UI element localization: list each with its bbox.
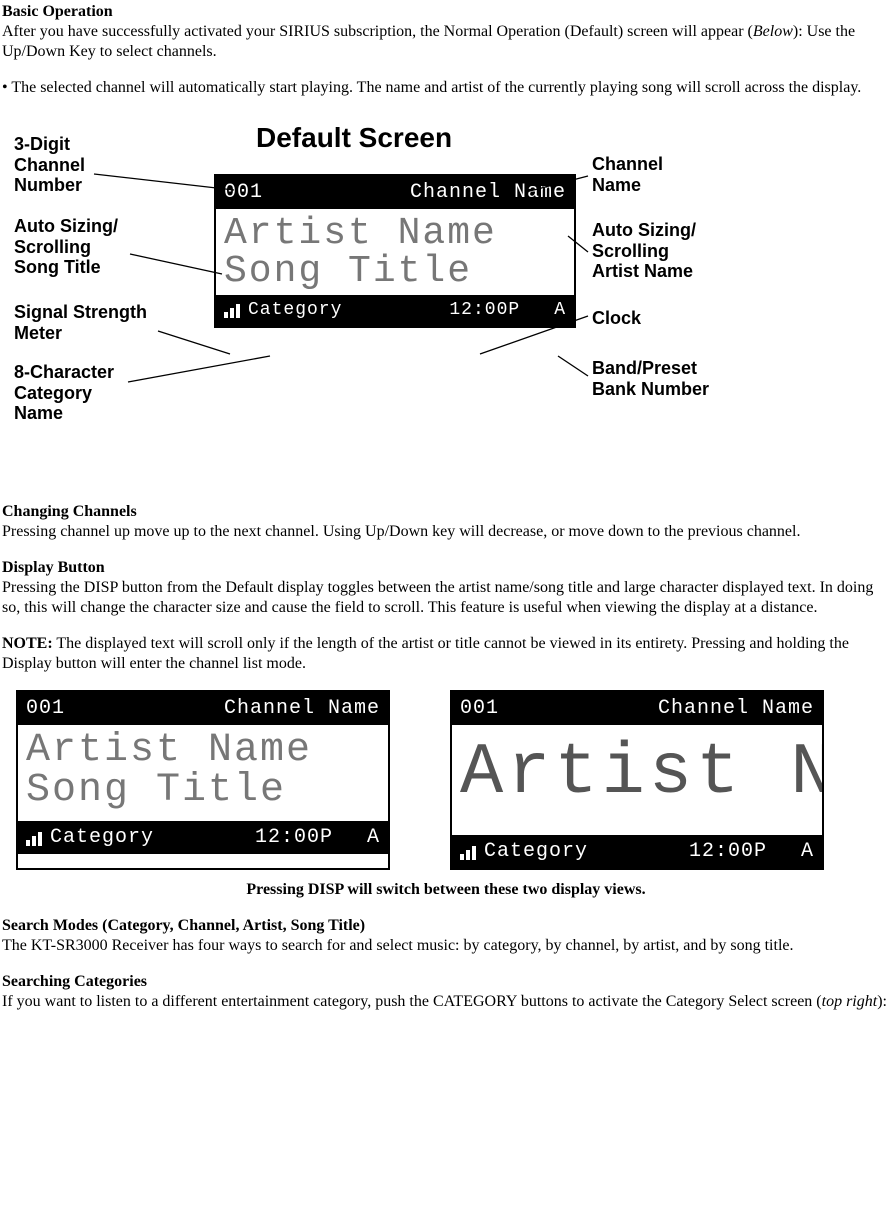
para-display-button: Pressing the DISP button from the Defaul… xyxy=(2,578,890,618)
note-label: NOTE: xyxy=(2,635,53,652)
para-basic-operation-bullet: • The selected channel will automaticall… xyxy=(2,78,890,98)
lcd-category: Category xyxy=(50,825,154,850)
heading-changing-channels: Changing Channels xyxy=(2,502,890,522)
lcd-bank: A xyxy=(367,825,380,850)
para-search-modes: The KT-SR3000 Receiver has four ways to … xyxy=(2,936,890,956)
text: ): xyxy=(877,993,887,1010)
lcd-bottom-bar: Category 12:00P A xyxy=(452,835,822,868)
lcd-top-bar: 001 Channel Name xyxy=(452,692,822,725)
default-screen-diagram: Default Screen 3-Digit Channel Number Au… xyxy=(16,116,766,484)
text: If you want to listen to a different ent… xyxy=(2,993,822,1010)
heading-searching-categories: Searching Categories xyxy=(2,972,890,992)
lcd-middle-large: Artist N xyxy=(452,725,822,835)
note-text: The displayed text will scroll only if t… xyxy=(2,635,849,672)
lcd-clock: 12:00P xyxy=(689,839,767,864)
lcd-song-title: Song Title xyxy=(26,771,380,811)
lcd-caption: Pressing DISP will switch between these … xyxy=(2,880,890,900)
lcd-bank: A xyxy=(801,839,814,864)
para-display-button-note: NOTE: The displayed text will scroll onl… xyxy=(2,634,890,674)
lcd-channel-name: Channel Name xyxy=(658,696,814,721)
signal-icon xyxy=(460,844,476,860)
lcd-view-1: 001 Channel Name Artist Name Song Title … xyxy=(16,690,390,870)
lcd-channel-name: Channel Name xyxy=(224,696,380,721)
lcd-comparison-row: 001 Channel Name Artist Name Song Title … xyxy=(16,690,890,870)
lcd-artist-name: Artist Name xyxy=(26,731,380,771)
lcd-top-bar: 001 Channel Name xyxy=(18,692,388,725)
para-changing-channels: Pressing channel up move up to the next … xyxy=(2,522,890,542)
lcd-category: Category xyxy=(484,839,588,864)
text-italic: Below xyxy=(753,23,793,40)
heading-display-button: Display Button xyxy=(2,558,890,578)
signal-icon xyxy=(26,830,42,846)
leader-lines xyxy=(16,116,766,484)
lcd-clock: 12:00P xyxy=(255,825,333,850)
lcd-channel-number: 001 xyxy=(26,696,65,721)
lcd-bottom-bar: Category 12:00P A xyxy=(18,821,388,854)
text-italic: top right xyxy=(822,993,878,1010)
lcd-channel-number: 001 xyxy=(460,696,499,721)
text: After you have successfully activated yo… xyxy=(2,23,753,40)
lcd-middle: Artist Name Song Title xyxy=(18,725,388,821)
heading-basic-operation: Basic Operation xyxy=(2,2,890,22)
heading-search-modes: Search Modes (Category, Channel, Artist,… xyxy=(2,916,890,936)
para-basic-operation-1: After you have successfully activated yo… xyxy=(2,22,890,62)
para-searching-categories: If you want to listen to a different ent… xyxy=(2,992,890,1012)
lcd-view-2: 001 Channel Name Artist N Category 12:00… xyxy=(450,690,824,870)
